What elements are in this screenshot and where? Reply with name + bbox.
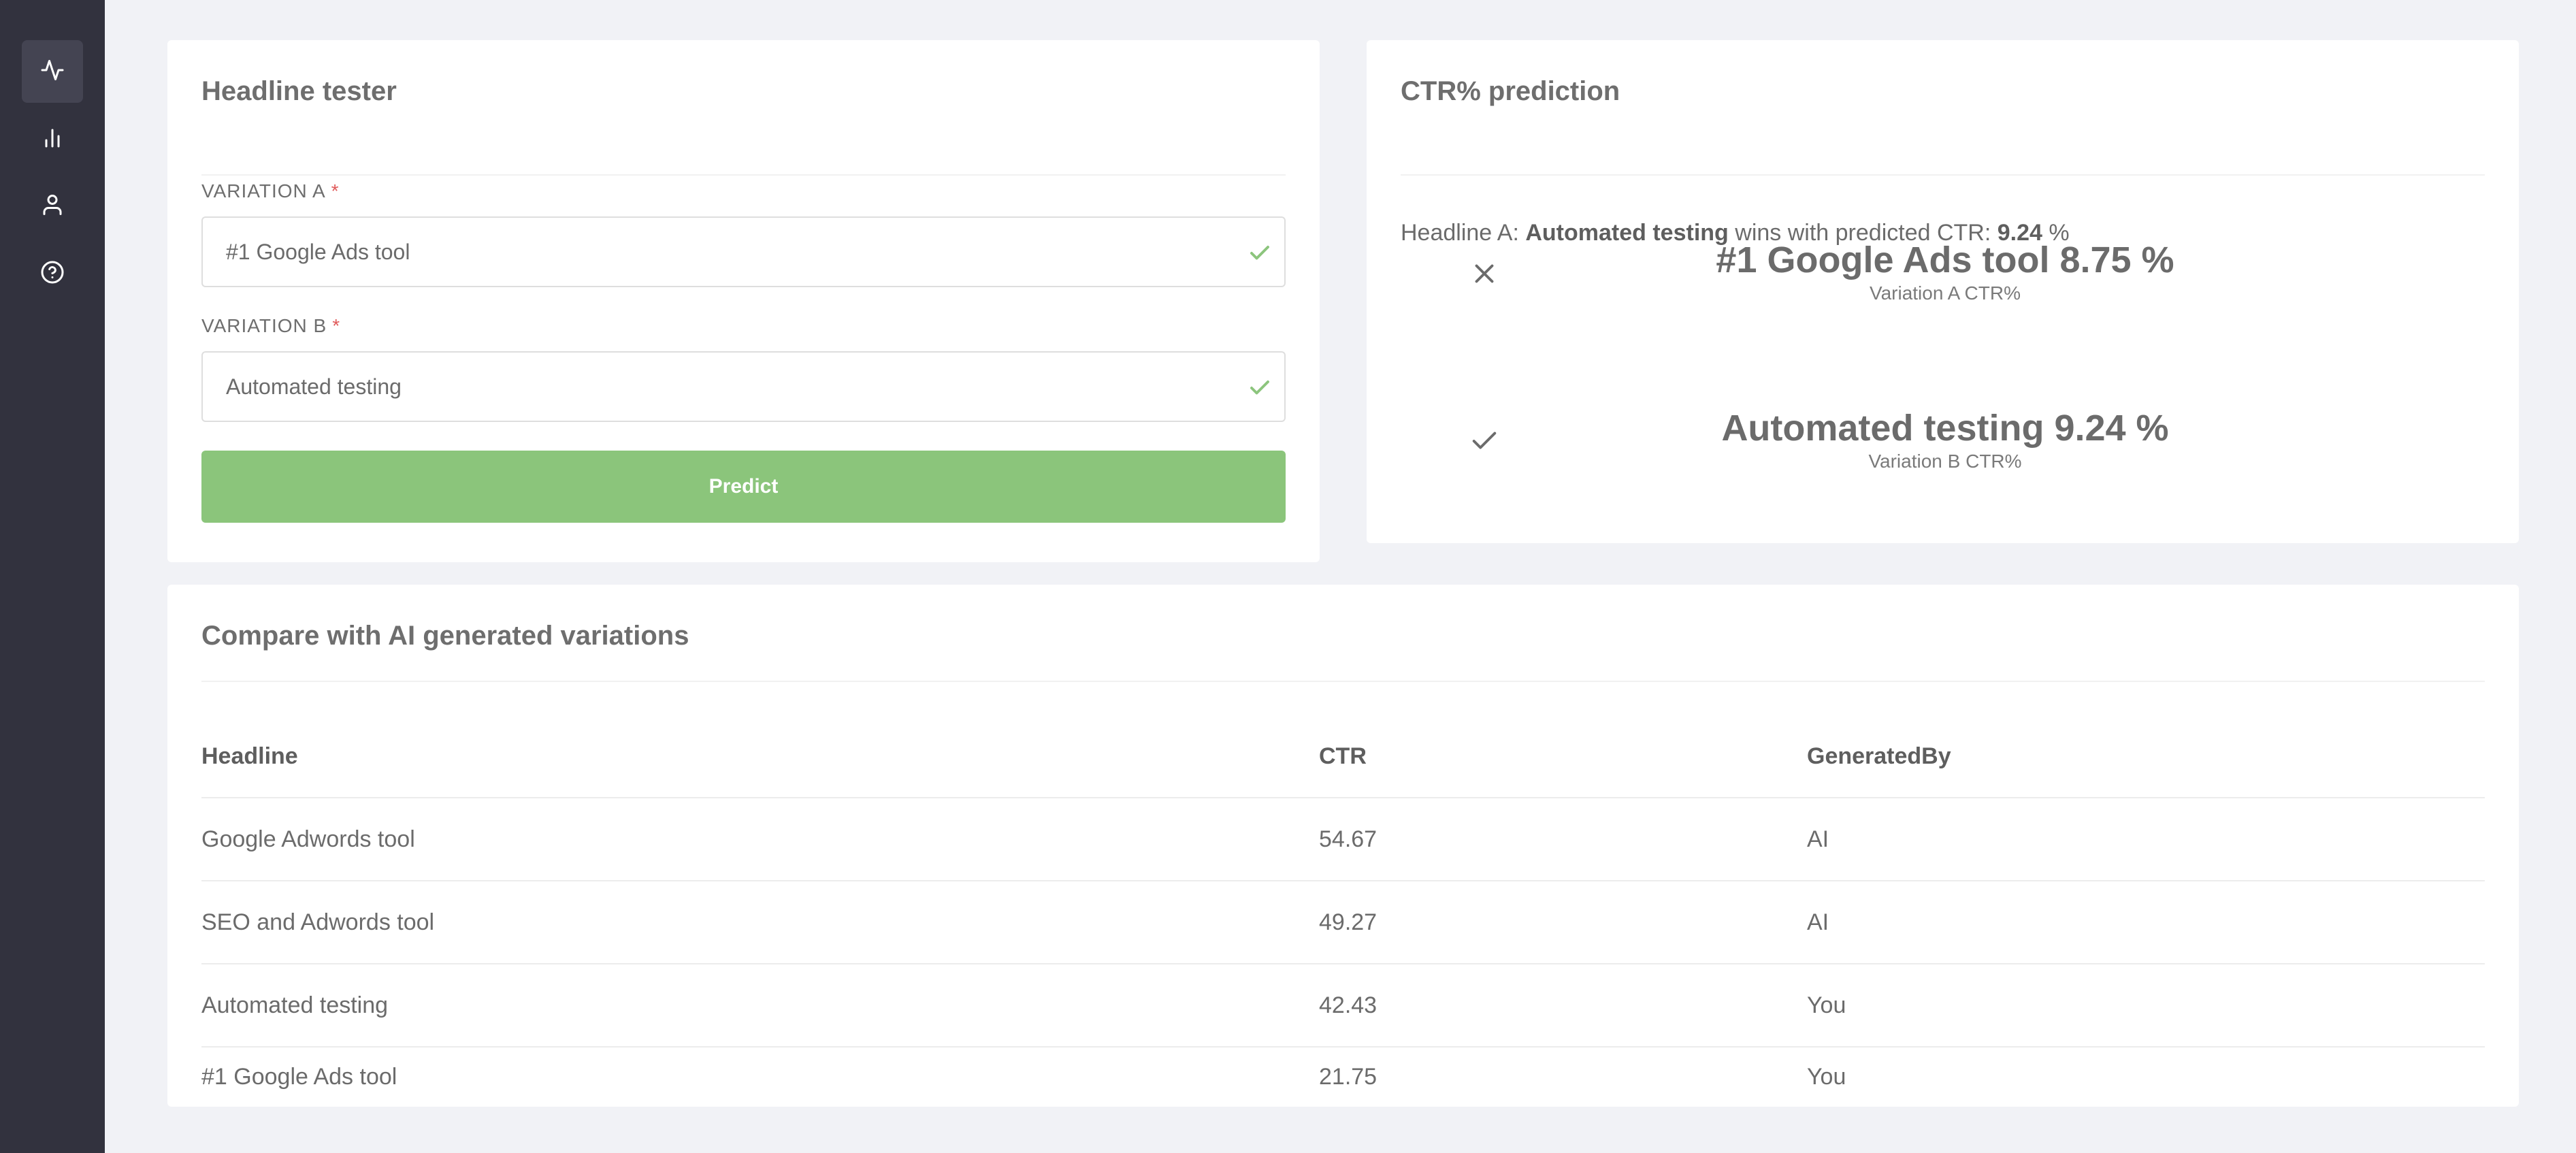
variation-b-field xyxy=(201,351,1286,422)
variation-b-label: VARIATION B * xyxy=(201,315,341,336)
column-header-ctr[interactable]: CTR xyxy=(1319,716,1367,797)
cell-headline: SEO and Adwords tool xyxy=(201,909,435,935)
table-row: #1 Google Ads tool 21.75 You xyxy=(201,1048,2485,1107)
variation-b-result: Automated testing 9.24 % xyxy=(1721,408,2169,449)
sidebar xyxy=(0,0,105,1153)
headline-tester-title: Headline tester xyxy=(201,76,397,106)
ctr-prediction-card: CTR% prediction Headline A: Automated te… xyxy=(1367,40,2519,543)
bar-chart-icon xyxy=(40,126,65,154)
table-row: SEO and Adwords tool 49.27 AI xyxy=(201,881,2485,964)
sidebar-item-account[interactable] xyxy=(22,175,83,238)
cell-ctr: 42.43 xyxy=(1319,992,1377,1018)
variation-b-caption: Variation B CTR% xyxy=(1868,451,2022,472)
card-divider xyxy=(201,681,2485,682)
cell-ctr: 21.75 xyxy=(1319,1064,1377,1090)
variation-a-field xyxy=(201,216,1286,287)
compare-title: Compare with AI generated variations xyxy=(201,621,689,651)
help-circle-icon xyxy=(40,260,65,288)
cell-generated-by: You xyxy=(1807,992,1846,1018)
activity-icon xyxy=(40,58,65,86)
cell-headline: Automated testing xyxy=(201,992,389,1018)
table-header: Headline CTR GeneratedBy xyxy=(201,716,2485,798)
required-mark: * xyxy=(332,315,341,336)
sidebar-item-help[interactable] xyxy=(22,242,83,305)
table-row: Google Adwords tool 54.67 AI xyxy=(201,798,2485,881)
cell-generated-by: You xyxy=(1807,1064,1846,1090)
user-icon xyxy=(40,193,65,221)
cell-generated-by: AI xyxy=(1807,909,1829,935)
sidebar-item-stats[interactable] xyxy=(22,108,83,171)
predict-button[interactable]: Predict xyxy=(201,451,1286,523)
check-icon xyxy=(1469,425,1500,457)
cell-headline: Google Adwords tool xyxy=(201,826,415,852)
column-header-headline[interactable]: Headline xyxy=(201,716,298,797)
compare-card: Compare with AI generated variations Hea… xyxy=(167,585,2519,1107)
table-row: Automated testing 42.43 You xyxy=(201,964,2485,1048)
required-mark: * xyxy=(331,180,340,201)
cell-headline: #1 Google Ads tool xyxy=(201,1064,397,1090)
cell-ctr: 49.27 xyxy=(1319,909,1377,935)
variation-a-label: VARIATION A * xyxy=(201,180,340,201)
cell-ctr: 54.67 xyxy=(1319,826,1377,852)
check-icon xyxy=(1248,376,1272,400)
card-divider xyxy=(1401,174,2485,176)
variation-a-caption: Variation A CTR% xyxy=(1869,282,2021,304)
sidebar-item-activity[interactable] xyxy=(22,40,83,103)
headline-tester-card: Headline tester VARIATION A* VARIATION B… xyxy=(167,40,1320,562)
card-divider xyxy=(201,174,1286,176)
variation-a-input[interactable] xyxy=(203,218,1284,286)
check-icon xyxy=(1248,241,1272,265)
ctr-prediction-title: CTR% prediction xyxy=(1401,76,1620,106)
close-icon xyxy=(1469,258,1500,289)
column-header-generated-by[interactable]: GeneratedBy xyxy=(1807,716,1951,797)
cell-generated-by: AI xyxy=(1807,826,1829,852)
variation-b-input[interactable] xyxy=(203,353,1284,421)
variation-a-result: #1 Google Ads tool 8.75 % xyxy=(1716,240,2174,280)
